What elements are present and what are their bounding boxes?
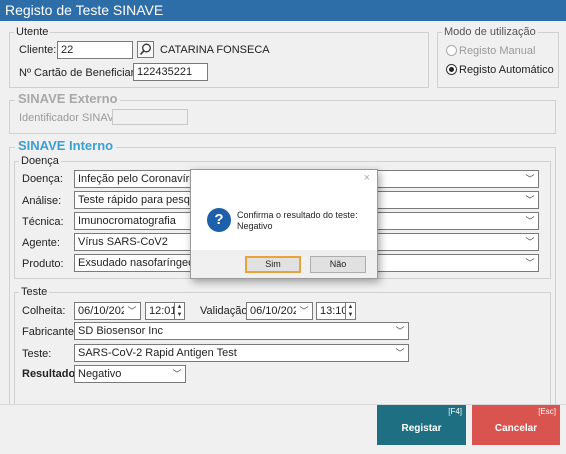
search-icon bbox=[139, 43, 151, 56]
colheita-time-spinner[interactable]: ▲ ▼ bbox=[174, 302, 185, 320]
fabricante-select[interactable]: SD Biosensor Inc ﹀ bbox=[74, 322, 409, 340]
resultado-value: Negativo bbox=[78, 368, 122, 380]
validacao-label: Validação: bbox=[200, 305, 251, 317]
resultado-label: Resultado: bbox=[22, 368, 79, 380]
chevron-down-icon: ﹀ bbox=[124, 303, 140, 319]
chevron-down-icon: ﹀ bbox=[522, 234, 538, 250]
radio-selected-dot bbox=[449, 67, 454, 72]
registo-manual-label: Registo Manual bbox=[459, 45, 536, 57]
agente-value: Vírus SARS-CoV2 bbox=[78, 236, 168, 248]
search-cliente-button[interactable] bbox=[137, 41, 154, 58]
sim-button[interactable]: Sim bbox=[245, 256, 301, 273]
identificador-label: Identificador SINAVE: bbox=[19, 112, 125, 124]
cliente-name: CATARINA FONSECA bbox=[160, 44, 270, 56]
utente-group-label: Utente bbox=[14, 26, 51, 38]
doenca-group-label: Doença bbox=[19, 155, 61, 167]
chevron-down-icon: ﹀ bbox=[522, 192, 538, 208]
teste-group-label: Teste bbox=[19, 286, 50, 298]
dialog-message-line1: Confirma o resultado do teste: bbox=[237, 210, 358, 220]
teste-select[interactable]: SARS-CoV-2 Rapid Antigen Test ﹀ bbox=[74, 344, 409, 362]
spin-down-icon[interactable]: ▼ bbox=[346, 311, 355, 319]
modo-group-label: Modo de utilização bbox=[442, 26, 538, 38]
question-icon: ? bbox=[207, 208, 231, 232]
cliente-input[interactable]: 22 bbox=[57, 41, 133, 59]
chevron-down-icon: ﹀ bbox=[522, 213, 538, 229]
produto-value: Exsudado nasofaríngeo bbox=[78, 257, 195, 269]
registo-automatico-label: Registo Automático bbox=[459, 64, 554, 76]
teste-value: SARS-CoV-2 Rapid Antigen Test bbox=[78, 347, 237, 359]
colheita-time-input[interactable]: 12:01 bbox=[145, 302, 175, 320]
registo-automatico-radio[interactable] bbox=[446, 64, 457, 75]
validacao-date-picker[interactable]: 06/10/2021 ﹀ bbox=[246, 302, 313, 320]
nao-button[interactable]: Não bbox=[310, 256, 366, 273]
registar-button[interactable]: [F4] Registar bbox=[377, 405, 466, 445]
teste-label: Teste: bbox=[22, 348, 52, 360]
registo-manual-radio[interactable] bbox=[446, 45, 457, 56]
chevron-down-icon: ﹀ bbox=[522, 171, 538, 187]
chevron-down-icon: ﹀ bbox=[522, 255, 538, 271]
colheita-date-picker[interactable]: 06/10/2021 ﹀ bbox=[74, 302, 141, 320]
dialog-message-line2: Negativo bbox=[237, 221, 273, 231]
registar-label: Registar bbox=[401, 423, 442, 434]
spin-down-icon[interactable]: ▼ bbox=[175, 311, 184, 319]
produto-label: Produto: bbox=[22, 258, 64, 270]
colheita-label: Colheita: bbox=[22, 305, 66, 317]
chevron-down-icon: ﹀ bbox=[296, 303, 312, 319]
fabricante-value: SD Biosensor Inc bbox=[78, 325, 163, 337]
cancelar-shortcut: [Esc] bbox=[538, 407, 556, 416]
sinave-interno-title: SINAVE Interno bbox=[15, 138, 117, 153]
tecnica-value: Imunocromatografia bbox=[78, 215, 176, 227]
window-title: Registo de Teste SINAVE bbox=[0, 0, 566, 21]
cliente-label: Cliente: bbox=[19, 44, 57, 56]
resultado-select[interactable]: Negativo ﹀ bbox=[74, 365, 186, 383]
cartao-label: Nº Cartão de Beneficiario: bbox=[19, 67, 146, 79]
dialog-footer: Sim Não bbox=[191, 250, 377, 278]
spin-up-icon[interactable]: ▲ bbox=[346, 303, 355, 311]
tecnica-label: Técnica: bbox=[22, 216, 64, 228]
doenca-value: Infeção pelo Coronavírus bbox=[78, 173, 201, 185]
modo-group bbox=[437, 32, 559, 88]
cancelar-label: Cancelar bbox=[494, 423, 538, 434]
chevron-down-icon: ﹀ bbox=[392, 323, 408, 339]
dialog-message: Confirma o resultado do teste: Negativo bbox=[237, 210, 358, 232]
confirm-dialog: × ? Confirma o resultado do teste: Negat… bbox=[190, 169, 378, 279]
chevron-down-icon: ﹀ bbox=[392, 345, 408, 361]
registar-shortcut: [F4] bbox=[448, 407, 462, 416]
cancelar-button[interactable]: [Esc] Cancelar bbox=[472, 405, 560, 445]
chevron-down-icon: ﹀ bbox=[169, 366, 185, 382]
agente-label: Agente: bbox=[22, 237, 60, 249]
identificador-input[interactable] bbox=[112, 109, 188, 125]
doenca-label: Doença: bbox=[22, 173, 63, 185]
sinave-externo-title: SINAVE Externo bbox=[15, 91, 121, 106]
close-icon[interactable]: × bbox=[364, 172, 370, 184]
analise-label: Análise: bbox=[22, 195, 62, 207]
validacao-time-spinner[interactable]: ▲ ▼ bbox=[345, 302, 356, 320]
fabricante-label: Fabricante: bbox=[22, 326, 78, 338]
cartao-input[interactable]: 122435221 bbox=[133, 63, 208, 81]
validacao-time-input[interactable]: 13:10 bbox=[316, 302, 346, 320]
spin-up-icon[interactable]: ▲ bbox=[175, 303, 184, 311]
